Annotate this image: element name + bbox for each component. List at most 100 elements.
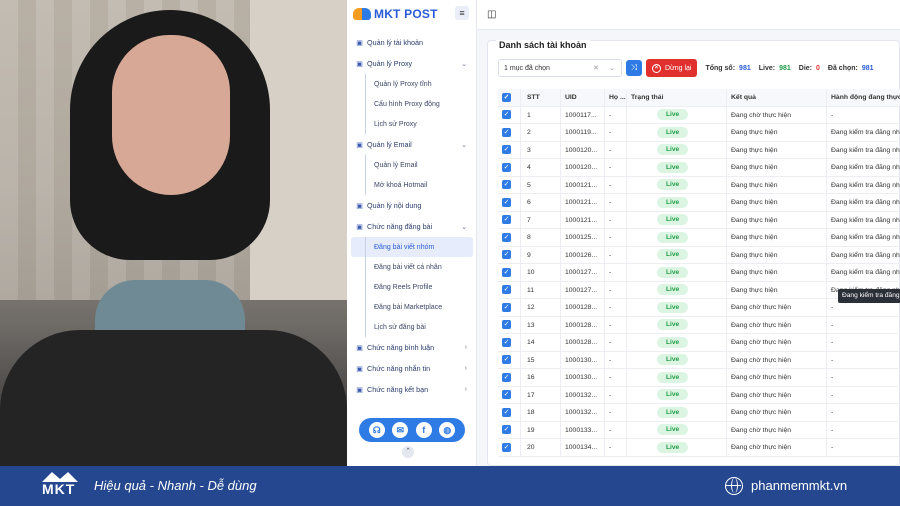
collapse-up-icon[interactable]: ⌃ (402, 446, 414, 458)
table-row[interactable]: ✓ 14 1000128... - Live Đang chờ thực hiện - (498, 334, 900, 352)
table-row[interactable]: ✓ 19 1000133... - Live Đang chờ thực hiện - (498, 421, 900, 440)
filter-button[interactable]: ⤨ (626, 60, 642, 76)
cell-uid: 1000120... (560, 159, 602, 177)
row-checkbox[interactable]: ✓ (502, 439, 516, 457)
chevron-down-icon[interactable]: ⌄ (609, 64, 615, 72)
cell-status: Live (626, 369, 726, 387)
sidebar-item-1[interactable]: ▣ Quản lý Proxy ⌄ (347, 53, 477, 74)
row-checkbox[interactable]: ✓ (502, 194, 516, 212)
table-row[interactable]: ✓ 3 1000120... - Live Đang thực hiện Đang kiểm… (498, 141, 900, 160)
cell-stt: 3 (520, 141, 558, 159)
cell-result: Đang thực hiện (726, 176, 826, 194)
sidebar-item-5[interactable]: ▣ Quản lý Email ⌄ (347, 134, 477, 155)
row-checkbox[interactable]: ✓ (502, 282, 516, 300)
facebook-icon[interactable]: f (415, 422, 432, 438)
table-row[interactable]: ✓ 4 1000120... - Live Đang thực hiện Đang kiểm… (498, 159, 900, 177)
support-icon[interactable]: ☊ (368, 422, 385, 438)
sidebar-subitem-2[interactable]: Quản lý Proxy tĩnh (347, 74, 477, 94)
footer-website[interactable]: phanmemmkt.vn (751, 478, 847, 493)
cell-status: Live (626, 439, 726, 457)
table-row[interactable]: ✓ 13 1000128... - Live Đang chờ thực hiện - (498, 316, 900, 335)
cell-result: Đang thực hiện (726, 229, 826, 247)
sidebar-subitem-3[interactable]: Cấu hình Proxy động (347, 94, 477, 114)
table-row[interactable]: ✓ 15 1000130... - Live Đang chờ thực hiện - (498, 351, 900, 370)
cell-ho: - (604, 106, 626, 124)
sidebar-subitem-7[interactable]: Mở khoá Hotmail (347, 175, 477, 195)
table-row[interactable]: ✓ 9 1000126... - Live Đang thực hiện Đang kiểm… (498, 246, 900, 265)
sidebar-subitem-14[interactable]: Lịch sử đăng bài (347, 317, 477, 337)
sidebar-item-8[interactable]: ▣ Quản lý nội dung (347, 195, 477, 216)
stat-die-value: 0 (816, 64, 820, 72)
cell-ho: - (604, 211, 626, 229)
sidebar-item-0[interactable]: ▣ Quản lý tài khoản (347, 32, 477, 53)
column-header-stt[interactable]: STT (520, 89, 558, 107)
cell-uid: 1000121... (560, 194, 602, 212)
row-checkbox[interactable]: ✓ (502, 229, 516, 247)
table-row[interactable]: ✓ 5 1000121... - Live Đang thực hiện Đang kiểm… (498, 176, 900, 195)
webcam-video (0, 0, 347, 466)
row-checkbox[interactable]: ✓ (502, 107, 516, 125)
column-header-status[interactable]: Trạng thái (626, 89, 726, 107)
sidebar-item-15[interactable]: ▣ Chức năng bình luận › (347, 337, 477, 358)
table-row[interactable]: ✓ 10 1000127... - Live Đang thực hiện Đang kiể… (498, 264, 900, 282)
sidebar-toggle-icon[interactable]: ◫ (487, 9, 496, 20)
row-checkbox[interactable]: ✓ (502, 404, 516, 422)
table-row[interactable]: ✓ 8 1000125... - Live Đang thực hiện Đang kiểm… (498, 229, 900, 247)
globe-icon[interactable]: ◍ (439, 422, 456, 438)
main-content: ◫ Danh sách tài khoản 1 mục đã chọn ✕ ⌄ … (477, 0, 900, 503)
column-header-result[interactable]: Kết quả (726, 89, 826, 107)
cell-action: Đang kiểm tra đăng nh (826, 141, 900, 159)
sidebar-subitem-6[interactable]: Quản lý Email (347, 155, 477, 175)
table-row[interactable]: ✓ 7 1000121... - Live Đang thực hiện Đang kiểm… (498, 211, 900, 230)
clear-icon[interactable]: ✕ (593, 64, 599, 72)
cell-ho: - (604, 264, 626, 282)
table-row[interactable]: ✓ 2 1000119... - Live Đang thực hiện Đang kiểm… (498, 124, 900, 142)
status-badge: Live (657, 126, 689, 138)
table-row[interactable]: ✓ 1 1000117... - Live Đang chờ thực hiện - (498, 106, 900, 125)
sidebar-item-9[interactable]: ▣ Chức năng đăng bài ⌄ (347, 216, 477, 237)
cell-action: Đang kiểm tra đăng nh (826, 229, 900, 247)
row-checkbox[interactable]: ✓ (502, 177, 516, 195)
sidebar-subitem-11[interactable]: Đăng bài viết cá nhân (347, 257, 477, 277)
table-row[interactable]: ✓ 6 1000121... - Live Đang thực hiện Đang kiểm… (498, 194, 900, 212)
column-header-ho[interactable]: Họ ... (604, 89, 626, 107)
table-row[interactable]: ✓ 17 1000132... - Live Đang chờ thực hiện - (498, 386, 900, 405)
row-checkbox[interactable]: ✓ (502, 387, 516, 405)
cell-status: Live (626, 194, 726, 212)
sidebar-subitem-4[interactable]: Lịch sử Proxy (347, 114, 477, 134)
row-checkbox[interactable]: ✓ (502, 422, 516, 440)
select-all-checkbox[interactable]: ✓ (502, 89, 516, 107)
row-checkbox[interactable]: ✓ (502, 212, 516, 230)
sidebar-item-17[interactable]: ▣ Chức năng kết bạn › (347, 379, 477, 400)
row-checkbox[interactable]: ✓ (502, 299, 516, 317)
chevron-right-icon: › (464, 365, 467, 372)
table-row[interactable]: ✓ 18 1000132... - Live Đang chờ thực hiện - (498, 404, 900, 422)
stop-button[interactable]: ✕ Dừng lại (646, 59, 698, 77)
row-checkbox[interactable]: ✓ (502, 334, 516, 352)
sidebar-item-16[interactable]: ▣ Chức năng nhắn tin › (347, 358, 477, 379)
sidebar-subitem-10[interactable]: Đăng bài viết nhóm (351, 237, 473, 257)
menu-toggle-icon[interactable]: ≡ (455, 6, 469, 20)
cell-result: Đang thực hiện (726, 124, 826, 142)
row-checkbox[interactable]: ✓ (502, 317, 516, 335)
messenger-icon[interactable]: ✉ (392, 422, 409, 438)
column-header-uid[interactable]: UID (560, 89, 602, 107)
column-header-action[interactable]: Hành động đang thực (826, 89, 900, 107)
row-checkbox[interactable]: ✓ (502, 124, 516, 142)
row-checkbox[interactable]: ✓ (502, 159, 516, 177)
row-checkbox[interactable]: ✓ (502, 264, 516, 282)
check-icon: ✓ (502, 250, 511, 260)
row-checkbox[interactable]: ✓ (502, 352, 516, 370)
table-row[interactable]: ✓ 20 1000134... - Live Đang chờ thực hiện - (498, 439, 900, 457)
cell-action: - (826, 106, 900, 124)
row-checkbox[interactable]: ✓ (502, 247, 516, 265)
row-checkbox[interactable]: ✓ (502, 369, 516, 387)
sidebar-subitem-12[interactable]: Đăng Reels Profile (347, 277, 477, 297)
table-row[interactable]: ✓ 16 1000130... - Live Đang chờ thực hiện - (498, 369, 900, 387)
sidebar-subitem-13[interactable]: Đăng bài Marketplace (347, 297, 477, 317)
selection-select[interactable]: 1 mục đã chọn ✕ ⌄ (498, 59, 622, 77)
row-checkbox[interactable]: ✓ (502, 142, 516, 160)
cell-stt: 1 (520, 106, 558, 124)
grid-icon: ▣ (356, 39, 363, 47)
status-badge: Live (657, 301, 689, 313)
